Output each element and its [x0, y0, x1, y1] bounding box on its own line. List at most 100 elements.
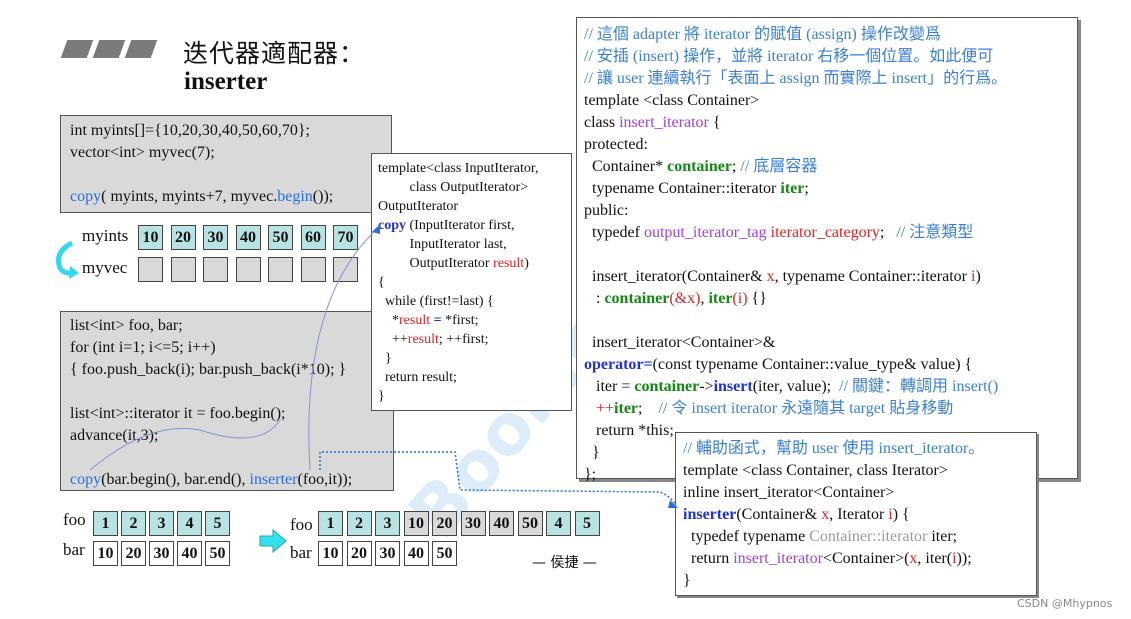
slide-subtitle: inserter: [184, 68, 268, 95]
code-line: operator=(const typename Container::valu…: [584, 354, 1007, 376]
code-line: }: [378, 349, 539, 368]
code-line: InputIterator last,: [378, 235, 539, 254]
myvec-cell: [268, 257, 293, 282]
code-token: ));: [956, 550, 972, 567]
code-line: copy(bar.begin(), bar.end(), inserter(fo…: [70, 469, 352, 491]
code-token: ());: [312, 188, 334, 205]
bar-cell: 20: [121, 541, 146, 566]
code-line: // 輔助函式，幫助 user 使用 insert_iterator。: [683, 438, 984, 460]
code-token: template <class Container, class Iterato…: [683, 462, 948, 479]
code-line: insert_iterator<Container>&: [584, 332, 1007, 354]
bar-after-cell: 20: [346, 541, 372, 566]
code-line: // 這個 adapter 將 iterator 的賦值 (assign) 操作…: [584, 24, 1007, 46]
foo-after-cell: 3: [375, 511, 400, 536]
code-token: Container*: [584, 158, 668, 175]
inserter-function-code: // 輔助函式，幫助 user 使用 insert_iterator。templ…: [683, 438, 984, 592]
copy-algorithm-code: template<class InputIterator, class Outp…: [378, 159, 539, 406]
code-token: // 底層容器: [740, 158, 818, 175]
code-line: list<int> foo, bar;: [70, 315, 352, 337]
code-token: // 輔助函式，幫助 user 使用 insert_iterator。: [683, 440, 985, 457]
code-token: iter =: [584, 378, 635, 395]
code-token: copy: [378, 218, 406, 233]
code-token: insert_iterator: [619, 114, 709, 131]
foo-after-cell: 1: [318, 511, 343, 536]
code-token: typename Container::iterator: [584, 180, 781, 197]
myvec-cell: [300, 257, 326, 282]
code-token: }: [378, 351, 392, 366]
csdn-credit: CSDN @Mhypnos: [1017, 597, 1113, 610]
code-line: return insert_iterator<Container>(x, ite…: [683, 548, 984, 570]
code-token: ( myints, myints+7, myvec.: [101, 188, 278, 205]
code-token: *: [378, 313, 399, 328]
code-token: container: [604, 290, 670, 307]
foo-after-cell: 2: [346, 511, 372, 536]
code-line: while (first!=last) {: [378, 292, 539, 311]
code-token: (&x): [669, 290, 701, 307]
code-line: {: [378, 273, 539, 292]
myints-cell: 30: [203, 225, 228, 250]
code-token: ++: [584, 400, 615, 417]
myints-cell: 20: [170, 225, 196, 250]
author-credit: — 侯捷 —: [532, 555, 597, 571]
foo-after-cell: 5: [574, 511, 600, 536]
code-token: copy: [70, 471, 102, 488]
code-token: x: [766, 268, 775, 285]
code-token: (InputIterator first,: [406, 218, 515, 233]
code-token: ) {: [892, 506, 910, 523]
code-line: int myints[]={10,20,30,40,50,60,70};: [70, 120, 333, 142]
code-token: (i): [732, 290, 748, 307]
foo-after-cell: 40: [489, 511, 514, 536]
code-token: =: [433, 313, 442, 328]
code-line: ++result; ++first;: [378, 330, 539, 349]
code-token: class OutputIterator>: [378, 180, 529, 195]
code-token: advance(it,3);: [70, 427, 159, 444]
code-token: iter: [708, 290, 733, 307]
code-token: begin: [277, 188, 313, 205]
code-token: ->: [699, 378, 714, 395]
code-token: typedef typename: [683, 528, 810, 545]
code-token: typedef: [584, 224, 644, 241]
right-arrow-icon: [259, 528, 287, 554]
code-line: template <class Container, class Iterato…: [683, 460, 984, 482]
code-line: // 讓 user 連續執行「表面上 assign 而實際上 insert」的行…: [584, 68, 1007, 90]
code-token: };: [584, 466, 597, 483]
code-line: class insert_iterator {: [584, 112, 1007, 134]
myvec-cell: [235, 257, 261, 282]
code-token: , iter(: [917, 550, 953, 567]
myints-cell: 40: [235, 225, 261, 250]
code-token: (const typename Container::value_type& v…: [652, 356, 973, 373]
code-line: inline insert_iterator<Container>: [683, 482, 984, 504]
code-token: OutputIterator: [378, 256, 494, 271]
code-token: Container::iterator: [809, 528, 928, 545]
code-token: iterator_category: [770, 224, 880, 241]
code-line: insert_iterator(Container& x, typename C…: [584, 266, 1007, 288]
code-token: ; ++first;: [438, 332, 489, 347]
code-token: // 令 insert iterator 永遠隨其 target 貼身移動: [658, 400, 954, 417]
bar-cell: 40: [177, 541, 202, 566]
code-line: iter = container->insert(iter, value); /…: [584, 376, 1007, 398]
code-line: advance(it,3);: [70, 425, 352, 447]
code-token: container: [634, 378, 700, 395]
code-token: }: [378, 389, 385, 404]
foo-label: foo: [63, 510, 86, 529]
code-line: copy( myints, myints+7, myvec.begin());: [70, 186, 333, 208]
code-token: (bar.begin(), bar.end(),: [101, 471, 250, 488]
code-line: template<class InputIterator,: [378, 159, 539, 178]
code-line: public:: [584, 200, 1007, 222]
foo-after-cell: 10: [403, 511, 429, 536]
bar-cell: 10: [93, 541, 118, 566]
code-line: template <class Container>: [584, 90, 1007, 112]
code-token: insert_iterator: [733, 550, 823, 567]
code-token: // 這個 adapter 將 iterator 的賦值 (assign) 操作…: [584, 26, 941, 43]
slide-title: 迭代器適配器：: [183, 39, 366, 68]
foo-label-after: foo: [290, 515, 313, 534]
code-line: Container* container; // 底層容器: [584, 156, 1007, 178]
code-token: (foo,it));: [297, 471, 353, 488]
code-token: }: [584, 444, 600, 461]
code-token: x: [821, 506, 830, 523]
myints-cell: 60: [300, 225, 326, 250]
code-token: <Container>(: [822, 550, 910, 567]
myvec-label: myvec: [82, 258, 128, 277]
code-token: ;: [638, 400, 659, 417]
